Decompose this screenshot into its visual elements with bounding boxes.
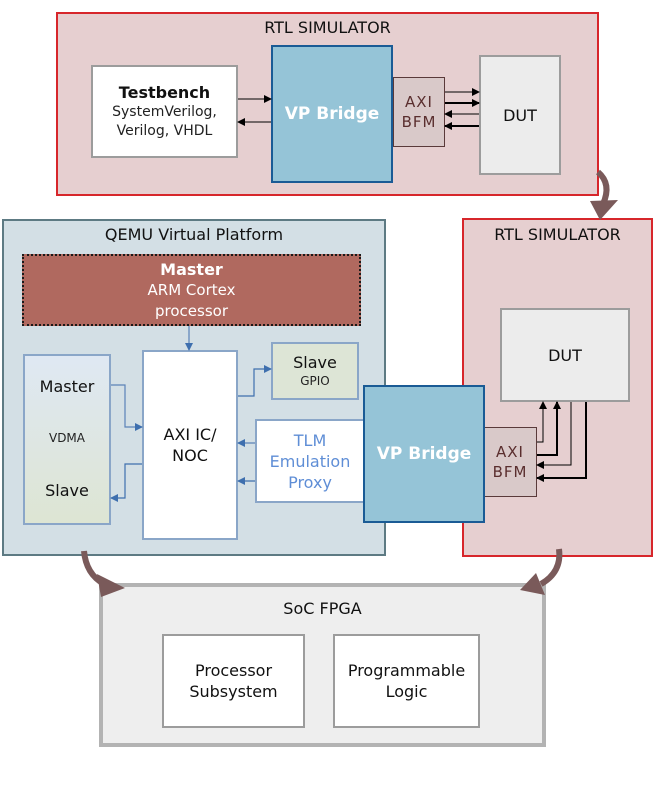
top-vp-bridge: VP Bridge [271,45,393,183]
right-axi-bfm-line2: BFM [492,463,528,481]
testbench-lang-line1: SystemVerilog, [112,104,217,120]
gpio-role: Slave [293,353,337,372]
logic-line2: Logic [385,682,428,701]
vdma-name: VDMA [48,431,85,445]
arm-line1: ARM Cortex [147,280,236,299]
arm-cortex-master: Master ARM Cortex processor [22,254,361,326]
programmable-logic: Programmable Logic [333,634,480,728]
top-rtl-simulator-title: RTL SIMULATOR [264,18,391,37]
arm-role: Master [160,259,223,279]
processor-subsystem: Processor Subsystem [162,634,305,728]
testbench-lang-line2: Verilog, VHDL [116,123,213,139]
vdma-master-label: Master [39,377,95,396]
axi-interconnect: AXI IC/ NOC [142,350,238,540]
axi-ic-line2: NOC [172,446,208,465]
top-dut-label: DUT [503,105,537,125]
testbench-block: Testbench SystemVerilog, Verilog, VHDL [91,65,238,158]
top-axi-bfm-line1: AXI [405,93,433,111]
vdma-block: Master VDMA Slave [23,354,111,525]
top-vp-bridge-label: VP Bridge [284,104,380,124]
right-rtl-simulator-title: RTL SIMULATOR [494,225,621,244]
top-axi-bfm-line2: BFM [401,113,437,131]
right-dut-label: DUT [548,345,582,365]
right-dut: DUT [500,308,630,402]
tlm-emulation-proxy: TLM Emulation Proxy [255,419,365,503]
right-axi-bfm-line1: AXI [496,443,524,461]
top-dut: DUT [479,55,561,175]
tlm-line3: Proxy [288,472,332,492]
tlm-line1: TLM [293,430,327,450]
tlm-line2: Emulation [269,451,351,471]
axi-ic-line1: AXI IC/ [163,425,217,444]
logic-line1: Programmable [347,661,466,680]
processor-line1: Processor [194,661,273,680]
right-axi-bfm: AXI BFM [483,427,537,497]
gpio-slave: Slave GPIO [271,342,359,400]
soc-fpga-title: SoC FPGA [283,599,362,618]
testbench-title: Testbench [118,83,211,102]
middle-vp-bridge: VP Bridge [363,385,485,523]
arm-line2: processor [155,301,228,320]
processor-line2: Subsystem [189,682,278,701]
top-axi-bfm: AXI BFM [393,77,445,147]
qemu-title: QEMU Virtual Platform [104,225,284,244]
vdma-slave-label: Slave [45,481,89,500]
middle-vp-bridge-label: VP Bridge [376,444,472,464]
gpio-name: GPIO [300,374,330,388]
